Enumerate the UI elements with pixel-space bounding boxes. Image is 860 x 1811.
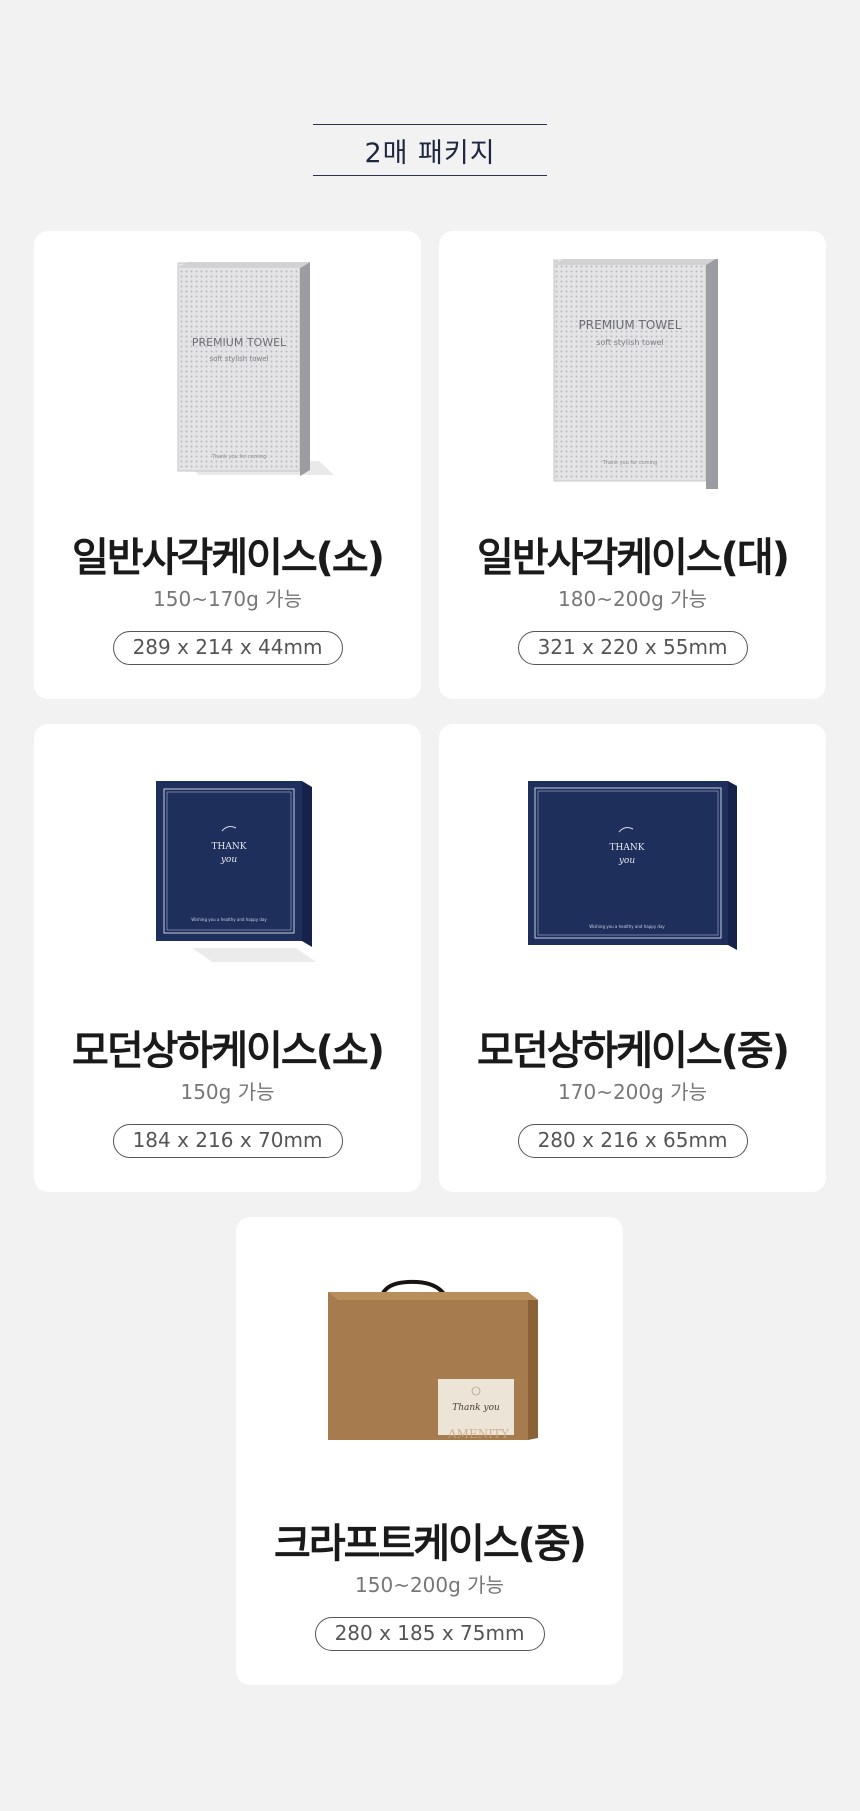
product-capacity: 180~200g 가능	[558, 587, 707, 611]
product-name: 일반사각케이스(소)	[72, 535, 385, 581]
product-image: PREMIUM TOWEL soft stylish towel Thank y…	[34, 259, 421, 489]
product-name: 모던상하케이스(중)	[477, 1028, 790, 1074]
product-name: 일반사각케이스(대)	[477, 535, 790, 581]
svg-text:Thank you: Thank you	[452, 1403, 500, 1413]
svg-text:you: you	[220, 855, 238, 865]
svg-text:THANK: THANK	[610, 843, 645, 853]
dimension-badge: 289 x 214 x 44mm	[112, 631, 343, 665]
svg-text:Wishing you a healthy and happ: Wishing you a healthy and happy day	[589, 924, 665, 929]
dimension-badge: 321 x 220 x 55mm	[517, 631, 748, 665]
product-card-square-large[interactable]: PREMIUM TOWEL soft stylish towel Thank y…	[439, 231, 826, 699]
product-card-square-small[interactable]: PREMIUM TOWEL soft stylish towel Thank y…	[34, 231, 421, 699]
dimension-badge: 280 x 185 x 75mm	[314, 1617, 545, 1651]
svg-text:you: you	[618, 856, 636, 866]
dimension-badge: 184 x 216 x 70mm	[112, 1124, 343, 1158]
product-card-kraft-medium[interactable]: Thank you AMENITY 크라프트케이스(중) 150~200g 가능…	[236, 1217, 623, 1685]
product-image: Thank you AMENITY	[236, 1245, 623, 1475]
product-image: THANK you Wishing you a healthy and happ…	[439, 752, 826, 982]
dimension-badge: 280 x 216 x 65mm	[517, 1124, 748, 1158]
product-image: THANK you Wishing you a healthy and happ…	[34, 752, 421, 982]
product-capacity: 150~170g 가능	[153, 587, 302, 611]
svg-text:Thank you for coming: Thank you for coming	[602, 460, 658, 466]
product-capacity: 150~200g 가능	[355, 1573, 504, 1597]
product-name: 모던상하케이스(소)	[72, 1028, 385, 1074]
product-card-modern-medium[interactable]: THANK you Wishing you a healthy and happ…	[439, 724, 826, 1192]
product-card-modern-small[interactable]: THANK you Wishing you a healthy and happ…	[34, 724, 421, 1192]
svg-text:AMENITY: AMENITY	[447, 1427, 510, 1441]
section-title: 2매 패키지	[364, 137, 496, 169]
product-image: PREMIUM TOWEL soft stylish towel Thank y…	[439, 259, 826, 489]
svg-text:soft stylish towel: soft stylish towel	[596, 338, 663, 347]
svg-text:PREMIUM TOWEL: PREMIUM TOWEL	[192, 336, 287, 349]
svg-text:Thank you for coming: Thank you for coming	[211, 454, 267, 460]
product-name: 크라프트케이스(중)	[274, 1521, 587, 1567]
svg-text:Wishing you a healthy and happ: Wishing you a healthy and happy day	[191, 917, 267, 922]
section-header: 2매 패키지	[313, 124, 547, 176]
svg-text:PREMIUM TOWEL: PREMIUM TOWEL	[579, 318, 682, 332]
svg-text:soft stylish towel: soft stylish towel	[210, 355, 269, 363]
product-capacity: 170~200g 가능	[558, 1080, 707, 1104]
svg-text:THANK: THANK	[212, 842, 247, 852]
product-capacity: 150g 가능	[180, 1080, 275, 1104]
